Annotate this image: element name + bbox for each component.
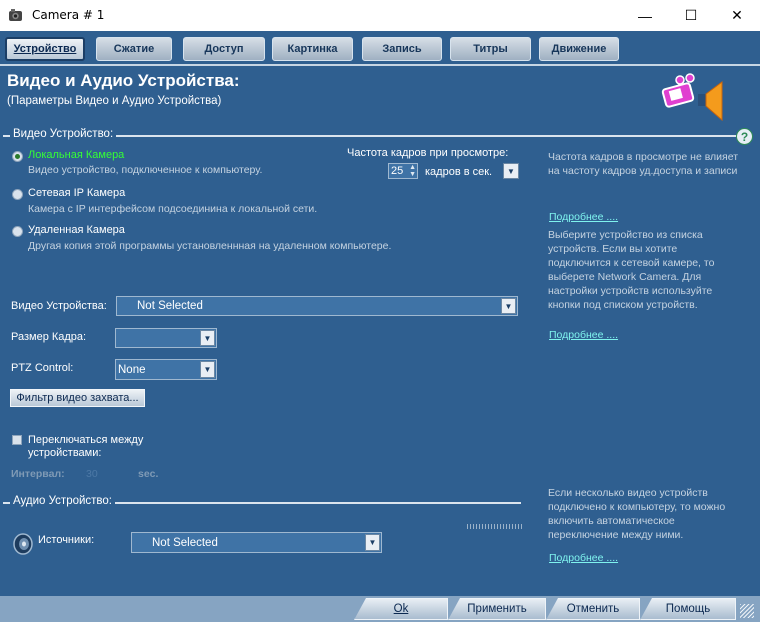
chevron-down-icon[interactable]: ▼	[200, 361, 215, 378]
fps-help-text: Частота кадров в просмотре не влияет на …	[548, 150, 738, 178]
switch-devices-checkbox[interactable]	[12, 435, 22, 445]
switch-devices-label-line2: устройствами:	[28, 447, 102, 459]
chevron-down-icon[interactable]: ▼	[501, 298, 516, 314]
ptz-value: None	[118, 364, 146, 376]
fps-value: 25	[391, 165, 404, 177]
ok-button[interactable]: Ok	[354, 598, 448, 620]
close-button[interactable]: ✕	[714, 0, 760, 31]
more-link-device[interactable]: Подробнее ....	[549, 329, 618, 341]
fps-unit: кадров в сек.	[425, 166, 493, 178]
frame-size-label: Размер Кадра:	[11, 331, 87, 343]
video-device-select[interactable]: Not Selected ▼	[116, 296, 518, 316]
audio-level-meter	[467, 524, 522, 529]
tab-picture[interactable]: Картинка	[272, 37, 353, 61]
audio-source-select[interactable]: Not Selected ▼	[131, 532, 382, 553]
capture-filter-button[interactable]: Фильтр видео захвата...	[10, 389, 145, 407]
tab-device[interactable]: Устройство	[5, 37, 85, 61]
interval-unit: sec.	[138, 468, 159, 480]
fps-dropdown-button[interactable]: ▼	[503, 163, 519, 179]
video-devices-label: Видео Устройства:	[11, 300, 107, 312]
maximize-icon: ☐	[684, 7, 698, 23]
local-camera-radio[interactable]	[12, 151, 23, 162]
window-title: Camera # 1	[32, 8, 105, 22]
minimize-icon: —	[638, 7, 652, 24]
audio-section-label: Аудио Устройство:	[10, 495, 115, 507]
remote-camera-label[interactable]: Удаленная Камера	[28, 224, 125, 236]
apply-button[interactable]: Применить	[448, 598, 546, 620]
audio-source-label: Источники:	[38, 534, 95, 546]
ptz-label: PTZ Control:	[11, 362, 74, 374]
video-section-label: Видео Устройство:	[10, 128, 117, 140]
help-line: Частота кадров в просмотре не влияет	[548, 151, 739, 163]
remote-camera-radio[interactable]	[12, 226, 23, 237]
footer-bar: Ok Применить Отменить Помощь	[0, 596, 760, 622]
tab-compression[interactable]: Сжатие	[96, 37, 172, 61]
remote-camera-desc: Другая копия этой программы установленнн…	[28, 240, 392, 252]
page-title: Видео и Аудио Устройства:	[7, 71, 240, 90]
local-camera-desc: Видео устройство, подключенное к компьют…	[28, 164, 263, 176]
maximize-button[interactable]: ☐	[668, 0, 714, 31]
interval-value[interactable]: 30	[86, 468, 98, 480]
fps-spinner[interactable]: 25 ▲ ▼	[388, 163, 418, 179]
tab-strip: Устройство Сжатие Доступ Картинка Запись…	[0, 31, 760, 67]
resize-grip-icon[interactable]	[740, 604, 754, 618]
help-line: выберете Network Camera. Для	[548, 271, 702, 283]
frame-size-select[interactable]: ▼	[115, 328, 217, 348]
help-line: кнопки под списком устройств.	[548, 299, 698, 311]
tab-recording[interactable]: Запись	[362, 37, 442, 61]
chevron-down-icon[interactable]: ▼	[365, 534, 380, 551]
switch-devices-label-line1: Переключаться между	[28, 434, 144, 446]
camera-sound-icon	[660, 72, 730, 128]
help-icon[interactable]: ?	[736, 128, 753, 145]
ip-camera-radio[interactable]	[12, 189, 23, 200]
local-camera-label[interactable]: Локальная Камера	[28, 149, 124, 161]
tab-captions[interactable]: Титры	[450, 37, 531, 61]
audio-source-value: Not Selected	[152, 537, 218, 549]
help-line: Если несколько видео устройств	[548, 487, 708, 499]
ip-camera-desc: Камера с IP интерфейсом подсоединина к л…	[28, 203, 318, 215]
help-line: настройки устройств используйте	[548, 285, 713, 297]
help-line: включить автоматическое	[548, 515, 675, 527]
title-bar: Camera # 1 — ☐ ✕	[0, 0, 760, 31]
close-icon: ✕	[731, 7, 743, 23]
spinner-arrows-icon[interactable]: ▲ ▼	[409, 164, 416, 178]
more-link-switch[interactable]: Подробнее ....	[549, 552, 618, 564]
minimize-button[interactable]: —	[622, 0, 668, 31]
fps-label: Частота кадров при просмотре:	[347, 147, 509, 159]
device-help-text: Выберите устройство из списка устройств.…	[548, 228, 714, 312]
switch-help-text: Если несколько видео устройств подключен…	[548, 486, 725, 542]
cancel-button[interactable]: Отменить	[546, 598, 640, 620]
interval-label: Интервал:	[11, 468, 65, 480]
tab-divider	[0, 64, 760, 66]
ip-camera-label[interactable]: Сетевая IP Камера	[28, 187, 125, 199]
page-subtitle: (Параметры Видео и Аудио Устройства)	[7, 95, 222, 107]
tab-access[interactable]: Доступ	[183, 37, 265, 61]
video-device-value: Not Selected	[137, 300, 203, 312]
camera-app-icon	[8, 7, 25, 23]
tab-motion[interactable]: Движение	[539, 37, 619, 61]
help-line: Выберите устройство из списка	[548, 229, 703, 241]
help-line: переключение между ними.	[548, 529, 684, 541]
chevron-down-icon: ▼	[507, 166, 515, 176]
chevron-down-icon[interactable]: ▼	[200, 330, 215, 346]
ptz-select[interactable]: None ▼	[115, 359, 217, 380]
more-link-fps[interactable]: Подробнее ....	[549, 211, 618, 223]
help-line: устройств. Если вы хотите	[548, 243, 678, 255]
help-button[interactable]: Помощь	[640, 598, 736, 620]
help-line: на частоту кадров уд.доступа и записи	[548, 165, 738, 177]
help-line: подключится к сетевой камере, то	[548, 257, 715, 269]
speaker-icon	[12, 532, 34, 556]
help-line: подключено к компьютеру, то можно	[548, 501, 726, 513]
